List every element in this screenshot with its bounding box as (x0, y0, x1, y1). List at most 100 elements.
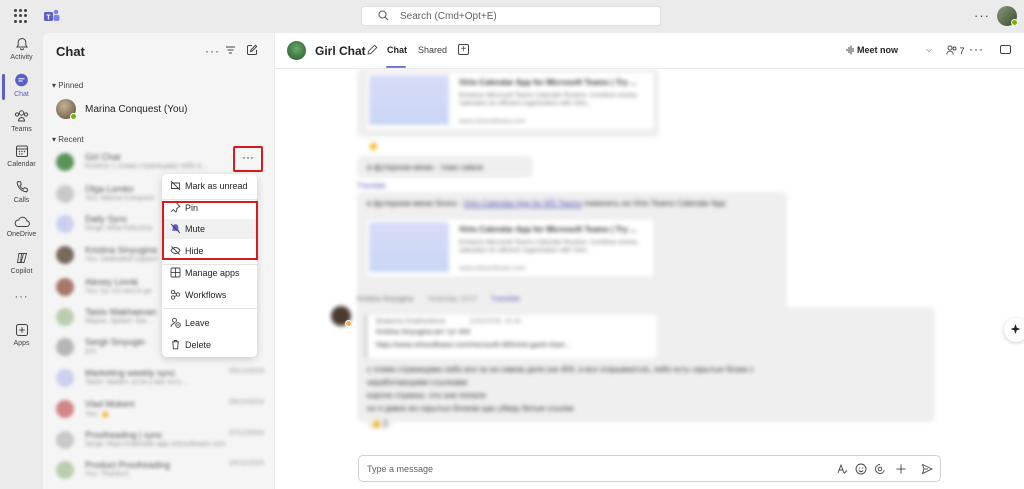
rail-item-copilot[interactable]: Copilot (0, 251, 43, 275)
tab-shared[interactable]: Shared (418, 45, 447, 55)
group-avatar (287, 41, 306, 60)
presence-available-icon (1011, 19, 1018, 26)
message-bubble: Ekaterina Chakhonkova 11/02/2025, 15:34 … (357, 307, 935, 422)
pinned-chat-self[interactable]: Marina Conquest (You) (56, 99, 266, 121)
rail-label: Chat (14, 91, 29, 98)
rail-item-onedrive[interactable]: OneDrive (0, 216, 43, 238)
chat-name: Vlad Mokeni (85, 399, 135, 409)
sender-name: Kristina Sinyugina (357, 296, 414, 303)
add-tab-button[interactable]: + (458, 44, 469, 55)
message-link[interactable]: Virto Calendar App for MS Teams (463, 199, 581, 208)
send-icon[interactable] (921, 463, 933, 475)
avatar (56, 153, 74, 171)
chat-name: Olga Lomko (85, 184, 134, 194)
tab-chat[interactable]: Chat (387, 45, 407, 55)
message-bubble: Virto Calendar App for Microsoft Teams |… (357, 69, 659, 137)
reaction[interactable]: 👍 (368, 141, 378, 150)
workflows-icon (170, 289, 181, 300)
more-icon: ··· (14, 291, 29, 303)
message-text: короче страннo, что они попали (367, 391, 486, 400)
add-apps-icon (15, 324, 28, 336)
participants-button[interactable]: 7 (946, 45, 965, 56)
participants-count: 7 (959, 46, 965, 56)
avatar (56, 400, 74, 418)
rail-item-teams[interactable]: Teams (0, 109, 43, 133)
translate-link[interactable]: Translate (491, 296, 520, 303)
copilot-icon (16, 253, 27, 263)
rail-label: OneDrive (6, 231, 37, 238)
loop-icon[interactable] (874, 463, 886, 475)
chat-name: Proofreading | sync (85, 430, 163, 440)
chat-row[interactable]: Proofreading | sync Sergii: https://cale… (56, 429, 266, 455)
composer-placeholder: Type a message (367, 464, 434, 474)
message-text-part: в футерном меню блога - (367, 199, 464, 208)
link-preview-description: Enhance Microsoft Teams Calendar Routine… (459, 239, 639, 254)
chat-header: Girl Chat Chat Shared + Meet now ⌵ 7 ··· (275, 33, 1024, 69)
link-preview-description: Enhance Microsoft Teams Calendar Routine… (459, 92, 639, 107)
rail-item-calls[interactable]: Calls (0, 180, 43, 204)
chat-main-pane: Girl Chat Chat Shared + Meet now ⌵ 7 ···… (275, 33, 1024, 489)
menu-item-label: Leave (185, 318, 210, 328)
chat-row[interactable]: Product Proofreading You: Thanks!!! 20/1… (56, 459, 266, 485)
chat-list-more-button[interactable]: ··· (205, 44, 220, 58)
menu-item-label: Manage apps (185, 268, 240, 278)
rail-item-chat[interactable]: Chat (0, 73, 43, 98)
chat-preview: Kristina: с этими страницами либо в... (85, 163, 208, 170)
plus-icon[interactable] (895, 463, 907, 475)
menu-item-leave[interactable]: Leave (162, 313, 257, 333)
emoji-icon[interactable] (855, 463, 867, 475)
rail-item-apps[interactable]: Apps (0, 323, 43, 347)
menu-item-delete[interactable]: Delete (162, 335, 257, 355)
menu-item-manage-apps[interactable]: Manage apps (162, 263, 257, 283)
menu-item-mark-unread[interactable]: Mark as unread (162, 176, 257, 196)
side-panel-icon[interactable] (1000, 45, 1011, 54)
chat-preview: You: Dedicated support (85, 256, 158, 263)
chat-preview: Sergii: Alisa Kekuzina (85, 225, 153, 232)
chat-name: Alexey Linnik (85, 277, 139, 287)
filter-icon[interactable] (225, 45, 236, 55)
link-preview-title: Virto Calendar App for Microsoft Teams |… (459, 225, 637, 234)
rail-label: Copilot (10, 268, 33, 275)
link-preview-title: Virto Calendar App for Microsoft Teams |… (459, 78, 637, 87)
chat-row-more-options-button[interactable]: ··· (233, 146, 263, 172)
chat-preview: You: Marina Conquest (85, 195, 155, 202)
chat-preview: you (85, 348, 97, 355)
search-input[interactable]: Search (Cmd+Opt+E) (361, 6, 661, 26)
link-preview-card[interactable]: Virto Calendar App for Microsoft Teams |… (365, 218, 655, 278)
chat-name: Marketing weekly sync (85, 368, 176, 378)
chat-row[interactable]: Vlad Mokeni You: 👍 09/12/2024 (56, 398, 266, 424)
translate-link[interactable]: Translate (357, 183, 386, 190)
message-text: с этими страницами либо все ок на самом … (367, 365, 754, 374)
quote-text: https://www.virtosoftware.com/microsoft-… (376, 342, 573, 349)
menu-divider (162, 308, 257, 309)
meet-now-button[interactable]: Meet now (857, 45, 898, 55)
copilot-fab-button[interactable] (1004, 318, 1024, 342)
chat-preview: You: 👍 (85, 411, 110, 418)
annotation-highlight-box (162, 201, 258, 260)
avatar (56, 185, 74, 203)
recent-section-label[interactable]: Recent (52, 135, 83, 144)
chat-name: Marina Conquest (You) (85, 104, 188, 115)
app-launcher-icon[interactable] (14, 9, 28, 23)
calendar-icon (15, 145, 28, 157)
chevron-down-icon[interactable]: ⌵ (926, 45, 932, 55)
link-preview-card[interactable]: Virto Calendar App for Microsoft Teams |… (365, 71, 655, 131)
menu-item-workflows[interactable]: Workflows (162, 285, 257, 305)
rail-item-calendar[interactable]: Calendar (0, 144, 43, 168)
quoted-message[interactable]: Ekaterina Chakhonkova 11/02/2025, 15:34 … (365, 315, 657, 358)
avatar (56, 338, 74, 356)
rail-more-apps[interactable]: ··· (0, 291, 43, 303)
settings-more-button[interactable]: ··· (974, 8, 990, 23)
reaction-count[interactable]: 👍 2 (367, 418, 392, 429)
title-bar: T Search (Cmd+Opt+E) ··· (0, 0, 1024, 33)
pinned-section-label[interactable]: Pinned (52, 81, 83, 90)
new-chat-icon[interactable] (246, 44, 258, 56)
message-composer[interactable]: Type a message (358, 455, 941, 482)
header-more-button[interactable]: ··· (969, 42, 984, 56)
rail-item-activity[interactable]: Activity (0, 37, 43, 61)
chat-row[interactable]: Marketing weekly sync Taisiv: привет, ес… (56, 367, 266, 393)
edit-name-icon[interactable] (367, 44, 378, 55)
chat-icon (15, 73, 28, 87)
quote-date: 11/02/2025, 15:34 (469, 318, 521, 325)
format-icon[interactable] (836, 463, 848, 475)
